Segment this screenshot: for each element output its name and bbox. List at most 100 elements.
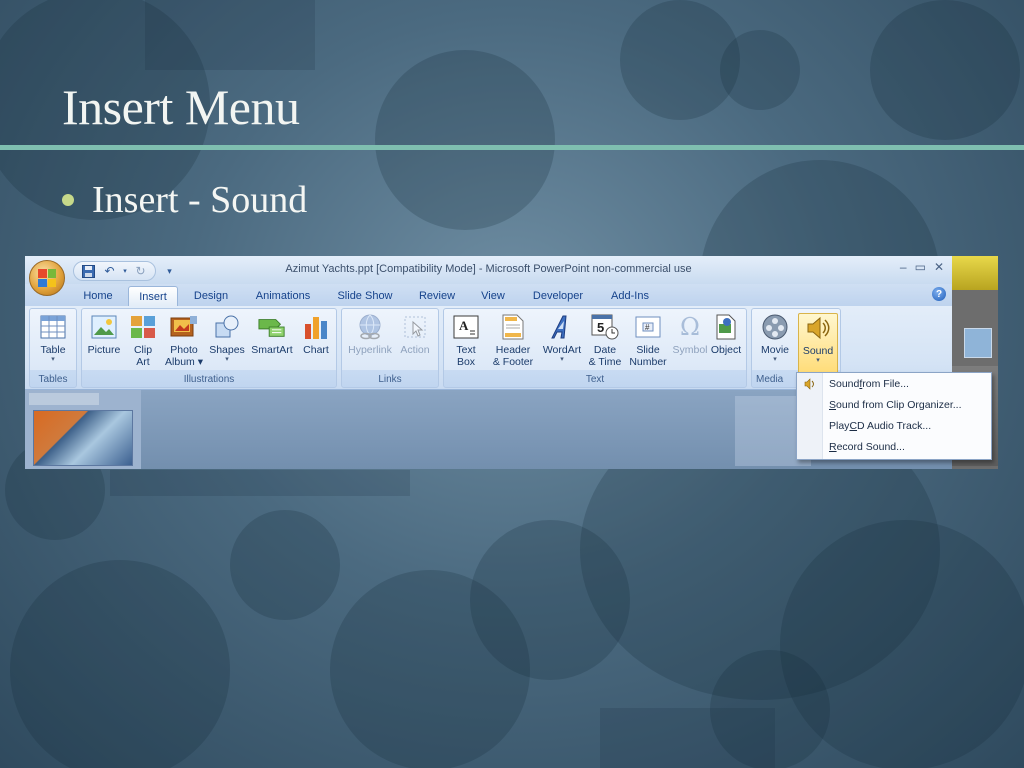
- date-time-line2: & Time: [588, 356, 622, 368]
- close-button[interactable]: ✕: [934, 260, 944, 274]
- photo-album-button[interactable]: Photo Album ▾: [164, 313, 204, 368]
- tab-design[interactable]: Design: [185, 286, 237, 306]
- wordart-button[interactable]: WordArt ▾: [540, 313, 584, 364]
- sound-caret-icon: ▾: [816, 357, 820, 364]
- slide-number-button[interactable]: # Slide Number: [626, 313, 670, 368]
- text-box-line1: Text: [456, 344, 476, 356]
- object-label: Object: [710, 344, 742, 356]
- menu-item-text: Sound: [829, 378, 860, 390]
- menu-item-play-cd-audio-track[interactable]: Play CD Audio Track...: [829, 417, 931, 435]
- header-footer-button[interactable]: Header & Footer: [488, 313, 538, 368]
- bg-square: [600, 708, 775, 768]
- group-text: A Text Box Header & Footer WordArt ▾ 5 D…: [443, 308, 747, 388]
- film-reel-icon: [761, 313, 789, 341]
- office-button[interactable]: [29, 260, 65, 296]
- group-illustrations: Picture ClipArt PhotoAlbum ▾ Shapes ▾: [81, 308, 337, 388]
- tab-view[interactable]: View: [473, 286, 513, 306]
- header-footer-label: Header & Footer: [493, 344, 533, 368]
- tab-home[interactable]: Home: [75, 286, 121, 306]
- photo-album-label: Photo Album ▾: [165, 344, 203, 368]
- symbol-button[interactable]: Ω Symbol: [670, 313, 710, 356]
- group-tables: Table ▾ Tables: [29, 308, 77, 388]
- bullet-item: Insert - Sound: [62, 178, 307, 222]
- tab-add-ins[interactable]: Add-Ins: [603, 286, 657, 306]
- office-logo-icon: [38, 269, 56, 287]
- shapes-button[interactable]: Shapes ▾: [207, 313, 247, 364]
- photo-album-icon: [170, 313, 198, 341]
- shapes-caret-icon: ▾: [225, 356, 229, 363]
- hyperlink-icon: [356, 313, 384, 341]
- powerpoint-screenshot: ↶ ▾ ↻ ▾ Azimut Yachts.ppt [Compatibility…: [25, 256, 998, 469]
- window-controls: – ▭ ✕: [900, 260, 944, 274]
- bg-circle: [10, 560, 230, 768]
- maximize-button[interactable]: ▭: [915, 260, 926, 274]
- speaker-icon: [803, 377, 817, 391]
- slide-number-label: Slide Number: [629, 344, 666, 368]
- window-title: Azimut Yachts.ppt [Compatibility Mode] -…: [285, 263, 692, 275]
- movie-button[interactable]: Movie ▾: [755, 313, 795, 364]
- tab-insert[interactable]: Insert: [128, 286, 178, 306]
- clip-art-button[interactable]: Clip Art: [123, 313, 163, 368]
- group-label-tables: Tables: [38, 374, 68, 385]
- menu-item-sound-from-file[interactable]: Sound f rom File...: [829, 375, 909, 393]
- header-footer-line1: Header: [495, 344, 531, 356]
- text-box-button[interactable]: A Text Box: [446, 313, 486, 368]
- bg-window-yellow: [952, 256, 998, 290]
- slide-number-icon: #: [634, 313, 662, 341]
- picture-label: Picture: [87, 344, 121, 356]
- picture-button[interactable]: Picture: [84, 313, 124, 356]
- symbol-label: Symbol: [672, 344, 708, 356]
- tab-developer[interactable]: Developer: [525, 286, 591, 306]
- photo-album-line2: Album ▾: [165, 356, 203, 368]
- menu-item-text: ound from Clip Organizer...: [836, 399, 962, 411]
- date-time-label: Date & Time: [589, 344, 622, 368]
- minimize-button[interactable]: –: [900, 260, 907, 274]
- header-footer-line2: & Footer: [492, 356, 534, 368]
- chart-icon: [302, 313, 330, 341]
- menu-item-record-sound[interactable]: Record Sound...: [829, 438, 905, 456]
- date-time-line1: Date: [593, 344, 617, 356]
- smartart-label: SmartArt: [251, 344, 293, 356]
- clip-art-label: Clip Art: [134, 344, 152, 368]
- tab-review[interactable]: Review: [411, 286, 463, 306]
- tab-animations[interactable]: Animations: [247, 286, 319, 306]
- date-time-button[interactable]: 5 Date & Time: [584, 313, 626, 368]
- clip-art-line1: Clip: [133, 344, 153, 356]
- title-divider: [0, 145, 1024, 150]
- smartart-button[interactable]: SmartArt: [248, 313, 296, 356]
- title-bar: ↶ ▾ ↻ ▾ Azimut Yachts.ppt [Compatibility…: [25, 256, 952, 284]
- chart-button[interactable]: Chart: [296, 313, 336, 356]
- table-label: Table: [40, 344, 66, 356]
- header-footer-icon: [499, 313, 527, 341]
- svg-text:5: 5: [597, 320, 604, 335]
- text-box-line2: Box: [456, 356, 476, 368]
- date-time-icon: 5: [591, 313, 619, 341]
- bg-square: [145, 0, 315, 70]
- tab-slide-show[interactable]: Slide Show: [331, 286, 399, 306]
- bg-square: [110, 470, 410, 496]
- slide-thumbnail[interactable]: [33, 410, 133, 466]
- hyperlink-button[interactable]: Hyperlink: [346, 313, 394, 356]
- action-button[interactable]: Action: [395, 313, 435, 356]
- svg-text:A: A: [459, 318, 469, 333]
- bg-circle: [375, 50, 555, 230]
- group-links: Hyperlink Action Links: [341, 308, 439, 388]
- bg-circle: [720, 30, 800, 110]
- text-box-icon: A: [452, 313, 480, 341]
- clip-art-line2: Art: [136, 356, 150, 368]
- wordart-icon: [548, 313, 576, 341]
- table-button[interactable]: Table ▾: [33, 313, 73, 364]
- object-button[interactable]: Object: [706, 313, 746, 356]
- movie-caret-icon: ▾: [773, 356, 777, 363]
- group-label-links: Links: [378, 374, 402, 385]
- help-icon[interactable]: ?: [932, 287, 946, 301]
- slide-number-line2: Number: [629, 356, 667, 368]
- ribbon-tabs: Home Insert Design Animations Slide Show…: [25, 284, 952, 306]
- bullet-dot-icon: [62, 194, 74, 206]
- action-icon: [401, 313, 429, 341]
- action-label: Action: [400, 344, 430, 356]
- table-icon: [39, 313, 67, 341]
- shapes-icon: [213, 313, 241, 341]
- slide-thumbnail-pane[interactable]: [25, 390, 141, 469]
- menu-item-sound-from-clip-organizer[interactable]: Sound from Clip Organizer...: [829, 396, 962, 414]
